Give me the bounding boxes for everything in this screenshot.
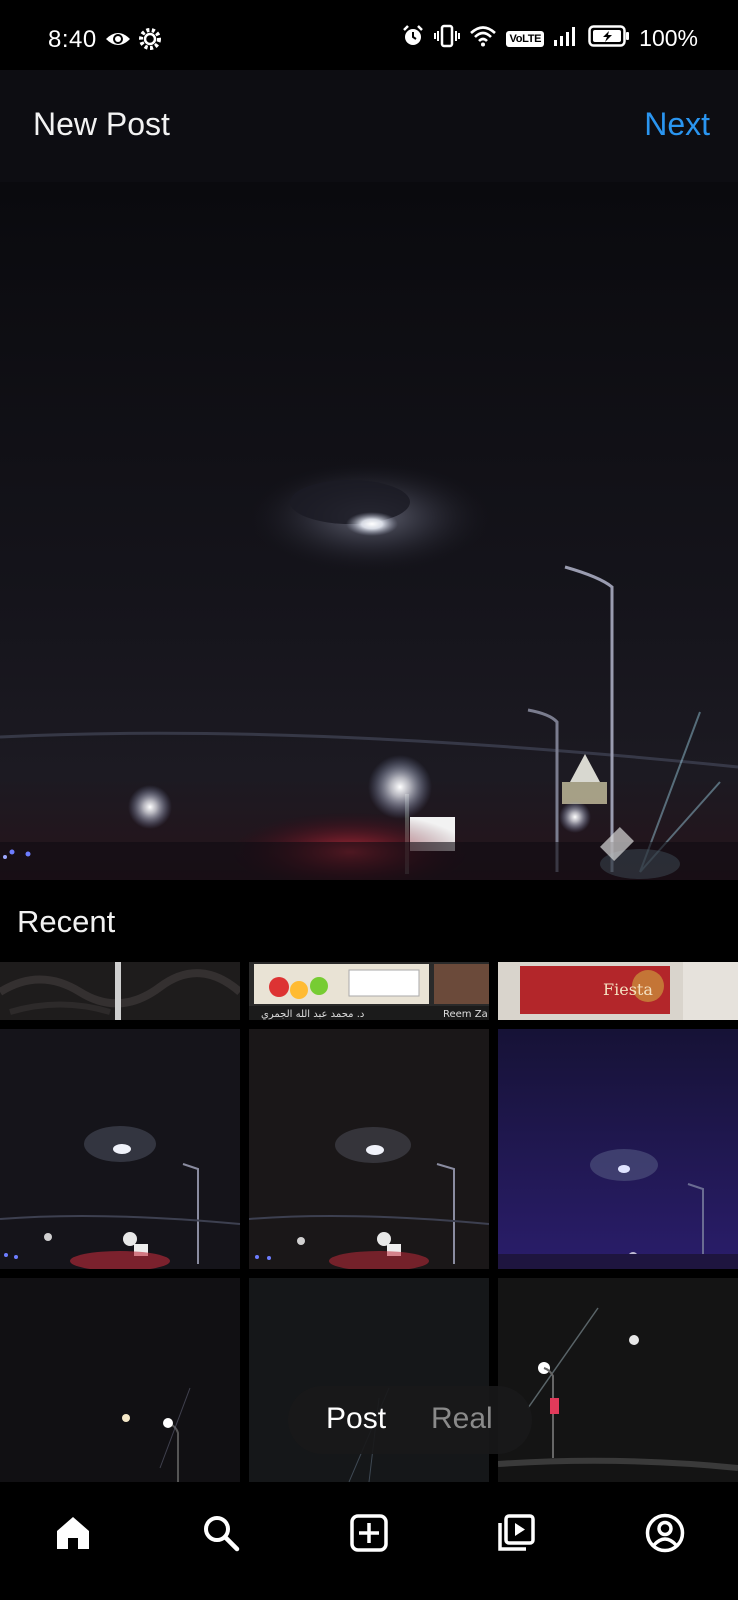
eye-icon	[104, 28, 132, 55]
thumb-caption-brand: Fiesta	[603, 980, 653, 999]
photo-thumbnail[interactable]: Fiesta	[498, 962, 738, 1020]
photo-thumbnail[interactable]	[0, 1278, 240, 1482]
wifi-icon	[469, 25, 497, 52]
add-post-icon	[350, 1513, 388, 1557]
status-time: 8:40	[48, 26, 97, 53]
night-sky-blue-thumbnail	[498, 1029, 738, 1269]
street-light-thumbnail	[498, 1278, 738, 1482]
photo-thumbnail[interactable]	[0, 962, 240, 1020]
street-light-thumbnail	[0, 1278, 240, 1482]
thumb-caption-arabic: د. محمد عبد الله الجمري	[261, 1009, 364, 1020]
vibrate-icon	[434, 24, 461, 53]
recent-section-header: Recent	[0, 880, 738, 962]
photo-thumbnail[interactable]	[498, 1278, 738, 1482]
recent-label[interactable]: Recent	[17, 904, 115, 940]
screenshot-thumbnail: د. محمد عبد الله الجمري Reem Za	[249, 962, 489, 1020]
product-photo: Fiesta	[498, 962, 738, 1020]
photo-thumbnail[interactable]: د. محمد عبد الله الجمري Reem Za	[249, 962, 489, 1020]
signal-icon	[553, 25, 579, 52]
reels-nav-button[interactable]	[491, 1510, 541, 1560]
profile-nav-button[interactable]	[640, 1510, 690, 1560]
night-sky-photo	[0, 182, 738, 880]
profile-icon	[645, 1513, 685, 1558]
battery-charging-icon	[588, 24, 630, 53]
new-post-header: New Post Next	[0, 70, 738, 182]
photo-thumbnail[interactable]	[0, 1029, 240, 1269]
bottom-navigation	[0, 1482, 738, 1600]
battery-percent: 100%	[639, 25, 698, 51]
next-button[interactable]: Next	[644, 106, 710, 143]
page-title: New Post	[33, 106, 170, 142]
home-nav-button[interactable]	[48, 1510, 98, 1560]
thumb-caption-name: Reem Za	[443, 1009, 488, 1020]
post-reel-toggle: Post Real	[288, 1386, 532, 1454]
jacket-photo	[0, 962, 240, 1020]
add-post-nav-button[interactable]	[344, 1510, 394, 1560]
home-icon	[54, 1514, 92, 1557]
alarm-icon	[401, 24, 425, 53]
post-mode-tab[interactable]: Post	[326, 1402, 386, 1436]
search-icon	[202, 1514, 240, 1557]
reel-mode-tab[interactable]: Real	[431, 1402, 493, 1436]
night-sky-thumbnail	[0, 1029, 240, 1269]
selected-photo-preview[interactable]	[0, 182, 738, 880]
settings-gear-icon	[138, 27, 162, 56]
night-sky-thumbnail	[249, 1029, 489, 1269]
volte-badge: VoLTE	[506, 30, 545, 47]
photo-thumbnail[interactable]	[249, 1029, 489, 1269]
reels-icon	[496, 1513, 536, 1558]
status-bar: 8:40 VoLTE 100%	[0, 0, 738, 70]
photo-thumbnail[interactable]	[498, 1029, 738, 1269]
search-nav-button[interactable]	[196, 1510, 246, 1560]
